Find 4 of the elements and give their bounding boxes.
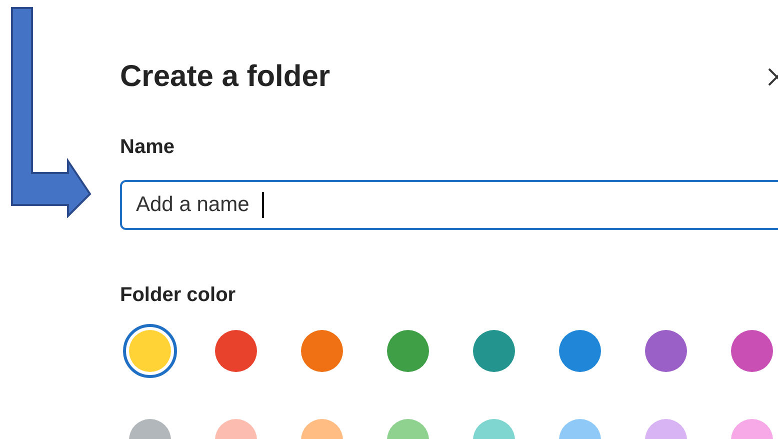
- folder-color-label: Folder color: [120, 283, 237, 307]
- name-label: Name: [120, 135, 176, 159]
- name-input-field[interactable]: Add a name: [120, 180, 778, 230]
- dialog-title: Create a folder: [120, 59, 330, 95]
